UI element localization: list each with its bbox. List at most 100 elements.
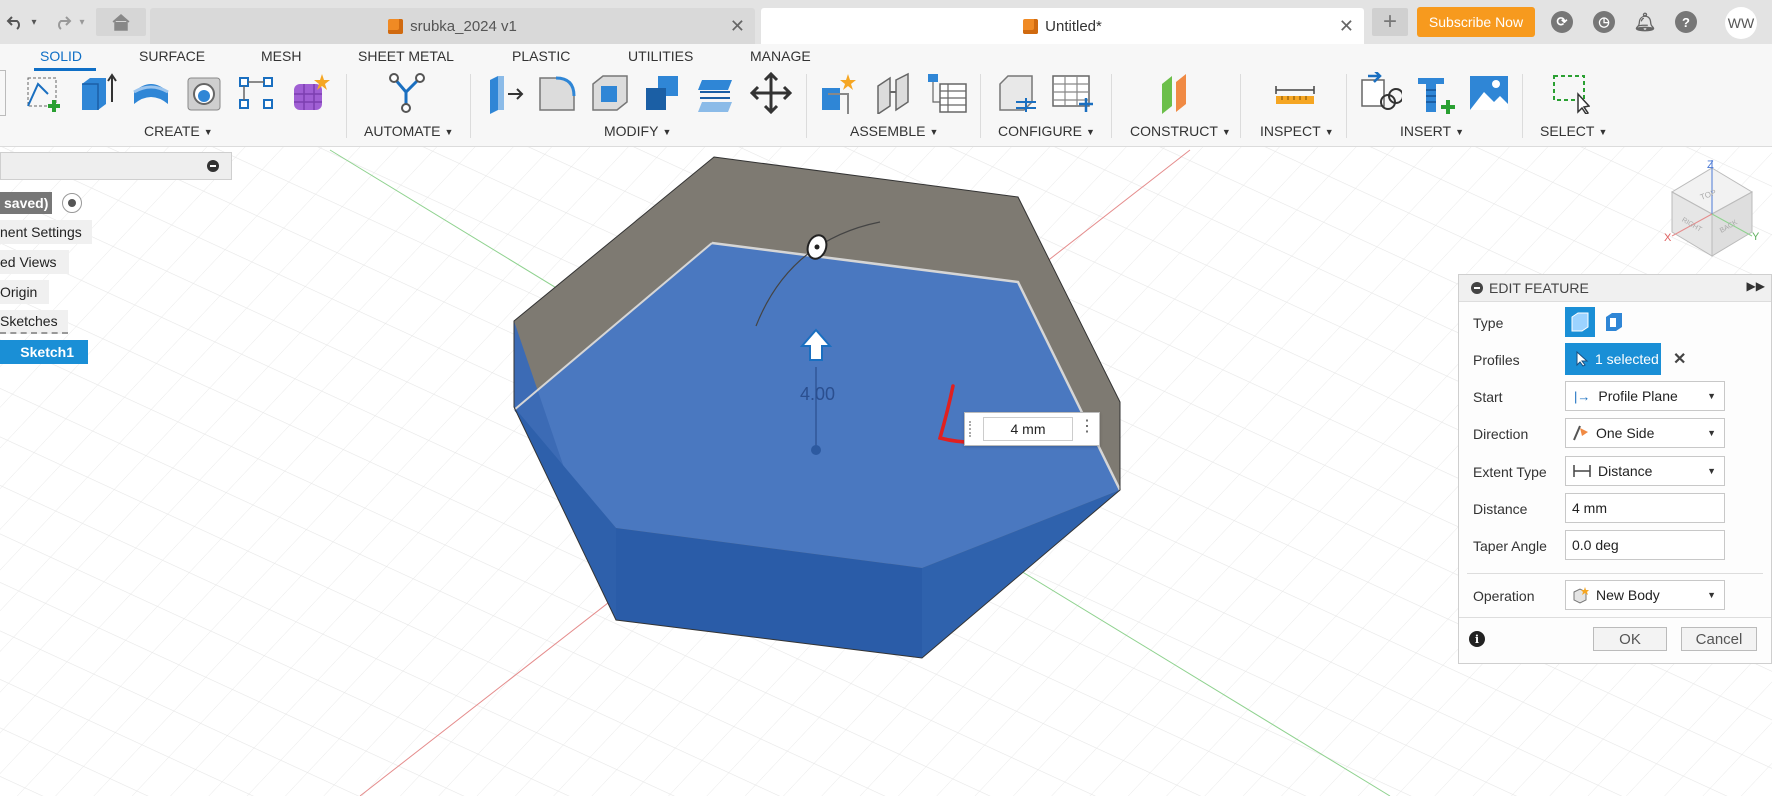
- shell-icon[interactable]: [589, 72, 631, 114]
- form-icon[interactable]: [288, 72, 330, 114]
- assemble-menu-label: ASSEMBLE: [850, 123, 926, 139]
- browser-item-sketches[interactable]: Sketches: [0, 310, 68, 334]
- avatar[interactable]: WW: [1725, 7, 1757, 39]
- job-status-icon[interactable]: ⟳: [1551, 11, 1573, 33]
- insert-derive-icon[interactable]: [1360, 72, 1402, 114]
- operation-label: Operation: [1473, 588, 1535, 604]
- extrude-solid-icon: [1571, 312, 1589, 332]
- drag-grip-icon[interactable]: [969, 421, 975, 437]
- profiles-label: Profiles: [1473, 352, 1520, 368]
- tab-utilities[interactable]: UTILITIES: [628, 48, 693, 72]
- modify-menu[interactable]: MODIFY ▼: [604, 123, 671, 139]
- activate-radio-icon[interactable]: [62, 193, 82, 213]
- tab-manage[interactable]: MANAGE: [750, 48, 811, 72]
- extrude-icon[interactable]: [76, 72, 118, 114]
- browser-root-item[interactable]: saved): [0, 192, 53, 214]
- distance-heads-up-input: 4 mm ⋮: [964, 412, 1100, 446]
- dimension-label: 4.00: [800, 384, 835, 404]
- offset-plane-icon[interactable]: [1156, 72, 1198, 114]
- new-component-icon[interactable]: [818, 72, 860, 114]
- redo-icon[interactable]: [50, 8, 76, 36]
- tab-srubka[interactable]: srubka_2024 v1 ✕: [150, 8, 755, 44]
- design-file-icon: [1023, 18, 1039, 34]
- subscribe-button[interactable]: Subscribe Now: [1417, 7, 1535, 37]
- insert-mcmaster-icon[interactable]: [1414, 72, 1456, 114]
- new-tab-icon[interactable]: +: [1372, 8, 1408, 36]
- collapse-dialog-icon[interactable]: [1471, 282, 1483, 294]
- redo-dropdown-icon[interactable]: ▾: [76, 8, 88, 36]
- create-sketch-icon[interactable]: [24, 72, 66, 114]
- tab-surface[interactable]: SURFACE: [139, 48, 205, 72]
- type-thin-button[interactable]: [1599, 307, 1629, 337]
- start-select[interactable]: |→ Profile Plane ▼: [1565, 381, 1725, 411]
- inspect-menu[interactable]: INSPECT ▼: [1260, 123, 1334, 139]
- browser-item-sketch1[interactable]: Sketch1: [0, 340, 88, 364]
- expand-dialog-icon[interactable]: ▶▶: [1747, 279, 1765, 293]
- separator: [806, 74, 807, 138]
- info-icon[interactable]: i: [1469, 631, 1485, 647]
- clear-selection-icon[interactable]: ✕: [1673, 349, 1686, 369]
- create-menu[interactable]: CREATE ▼: [144, 123, 213, 139]
- home-icon[interactable]: [96, 8, 146, 36]
- undo-dropdown-icon[interactable]: ▾: [28, 8, 40, 36]
- window-select-icon[interactable]: [1548, 72, 1590, 114]
- direction-select[interactable]: One Side ▼: [1565, 418, 1725, 448]
- select-menu[interactable]: SELECT ▼: [1540, 123, 1607, 139]
- revolve-icon[interactable]: [130, 72, 172, 114]
- distance-hud-field[interactable]: 4 mm: [983, 417, 1073, 441]
- notifications-icon[interactable]: 🔔︎: [1634, 11, 1657, 33]
- cancel-button[interactable]: Cancel: [1681, 627, 1757, 651]
- move-icon[interactable]: [750, 72, 792, 114]
- replace-face-icon[interactable]: [696, 72, 738, 114]
- taper-angle-input[interactable]: 0.0 deg: [1565, 530, 1725, 560]
- automate-menu[interactable]: AUTOMATE ▼: [364, 123, 453, 139]
- extent-type-value: Distance: [1598, 463, 1653, 479]
- insert-menu[interactable]: INSERT ▼: [1400, 123, 1464, 139]
- undo-icon[interactable]: [2, 8, 28, 36]
- close-tab-icon[interactable]: ✕: [730, 16, 745, 37]
- more-options-icon[interactable]: ⋮: [1079, 417, 1095, 439]
- fillet-icon[interactable]: [536, 72, 578, 114]
- automate-menu-label: AUTOMATE: [364, 123, 441, 139]
- tab-sheet-metal[interactable]: SHEET METAL: [358, 48, 454, 72]
- design-file-icon: [388, 18, 404, 34]
- collapse-panel-icon[interactable]: [207, 160, 219, 172]
- construct-menu[interactable]: CONSTRUCT ▼: [1130, 123, 1231, 139]
- combine-icon[interactable]: [642, 72, 684, 114]
- tab-plastic[interactable]: PLASTIC: [512, 48, 570, 72]
- ok-button[interactable]: OK: [1593, 627, 1667, 651]
- joint-icon[interactable]: [872, 72, 914, 114]
- assemble-menu[interactable]: ASSEMBLE ▼: [850, 123, 938, 139]
- type-label: Type: [1473, 315, 1504, 331]
- configure-icon[interactable]: [996, 72, 1038, 114]
- hole-icon[interactable]: [184, 72, 226, 114]
- press-pull-icon[interactable]: [484, 72, 526, 114]
- operation-select[interactable]: New Body ▼: [1565, 580, 1725, 610]
- measure-icon[interactable]: [1274, 72, 1316, 114]
- extent-type-label: Extent Type: [1473, 464, 1547, 480]
- profiles-selection-button[interactable]: 1 selected: [1565, 343, 1661, 375]
- divider: [1467, 573, 1763, 574]
- taper-angle-label: Taper Angle: [1473, 538, 1547, 554]
- direction-label: Direction: [1473, 426, 1529, 442]
- browser-item-origin[interactable]: Origin: [0, 280, 50, 304]
- extent-type-select[interactable]: Distance ▼: [1565, 456, 1725, 486]
- type-solid-button[interactable]: [1565, 307, 1595, 337]
- tab-label: Untitled*: [1045, 17, 1102, 35]
- tab-mesh[interactable]: MESH: [261, 48, 301, 72]
- tab-untitled[interactable]: Untitled* ✕: [761, 8, 1364, 44]
- pattern-icon[interactable]: [236, 72, 278, 114]
- configure-menu[interactable]: CONFIGURE ▼: [998, 123, 1095, 139]
- bill-of-materials-icon[interactable]: [926, 72, 968, 114]
- distance-input[interactable]: 4 mm: [1565, 493, 1725, 523]
- automate-icon[interactable]: [386, 72, 428, 114]
- configuration-table-icon[interactable]: [1051, 72, 1093, 114]
- distance-label: Distance: [1473, 501, 1528, 517]
- browser-item-document-settings[interactable]: nent Settings: [0, 220, 92, 244]
- history-icon[interactable]: ◷: [1593, 11, 1615, 33]
- start-value: Profile Plane: [1598, 388, 1678, 404]
- close-tab-icon[interactable]: ✕: [1339, 16, 1354, 37]
- help-icon[interactable]: ?: [1675, 11, 1697, 33]
- browser-item-named-views[interactable]: ed Views: [0, 250, 69, 274]
- insert-canvas-icon[interactable]: [1468, 72, 1510, 114]
